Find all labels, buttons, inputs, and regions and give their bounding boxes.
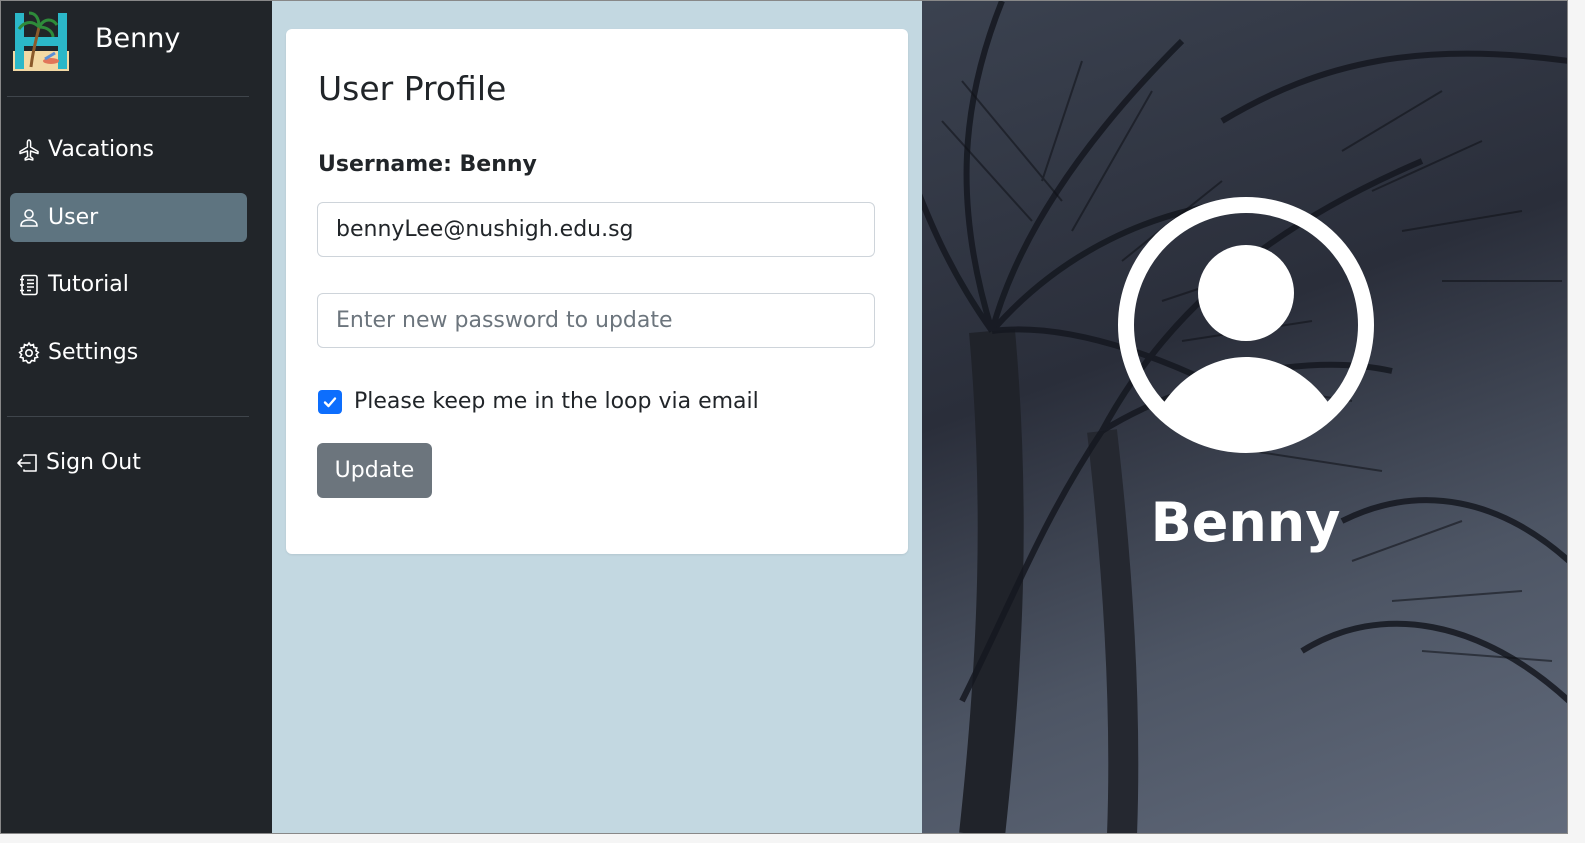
person-icon [16, 205, 42, 231]
hero-panel: Benny [922, 1, 1567, 833]
sign-out-label: Sign Out [46, 450, 141, 475]
gear-icon [16, 340, 42, 366]
brand-name: Benny [95, 23, 181, 54]
app-window: Benny Vacations User Tutorial Settings S… [0, 0, 1568, 834]
window-edge [0, 834, 1585, 843]
profile-panel: User Profile Username: Benny Please keep… [272, 1, 922, 833]
box-arrow-left-icon [14, 450, 40, 476]
sidebar-item-settings[interactable]: Settings [10, 328, 247, 377]
airplane-icon [16, 137, 42, 163]
update-button[interactable]: Update [317, 443, 432, 498]
newsletter-option: Please keep me in the loop via email [318, 389, 759, 414]
logo-icon [13, 11, 69, 71]
person-circle-icon [1118, 197, 1374, 453]
sidebar-item-label: User [48, 205, 99, 230]
sign-out-button[interactable]: Sign Out [8, 438, 245, 487]
sidebar-item-user[interactable]: User [10, 193, 247, 242]
check-icon [323, 396, 337, 407]
username-label: Username: Benny [318, 152, 537, 177]
sidebar-item-tutorial[interactable]: Tutorial [10, 260, 247, 309]
divider [7, 96, 249, 97]
email-field[interactable] [317, 202, 875, 257]
sidebar-item-vacations[interactable]: Vacations [10, 125, 247, 174]
newsletter-label: Please keep me in the loop via email [354, 389, 759, 414]
window-edge [1568, 0, 1585, 843]
sidebar: Benny Vacations User Tutorial Settings S… [1, 1, 272, 833]
page-title: User Profile [318, 69, 507, 108]
sidebar-item-label: Settings [48, 340, 139, 365]
sidebar-item-label: Vacations [48, 137, 155, 162]
profile-name: Benny [1150, 491, 1341, 554]
sidebar-item-label: Tutorial [48, 272, 129, 297]
newsletter-checkbox[interactable] [318, 389, 342, 414]
divider [7, 416, 249, 417]
brand[interactable]: Benny [9, 9, 180, 73]
journal-icon [16, 272, 42, 298]
profile-card: User Profile Username: Benny Please keep… [286, 29, 908, 554]
password-field[interactable] [317, 293, 875, 348]
